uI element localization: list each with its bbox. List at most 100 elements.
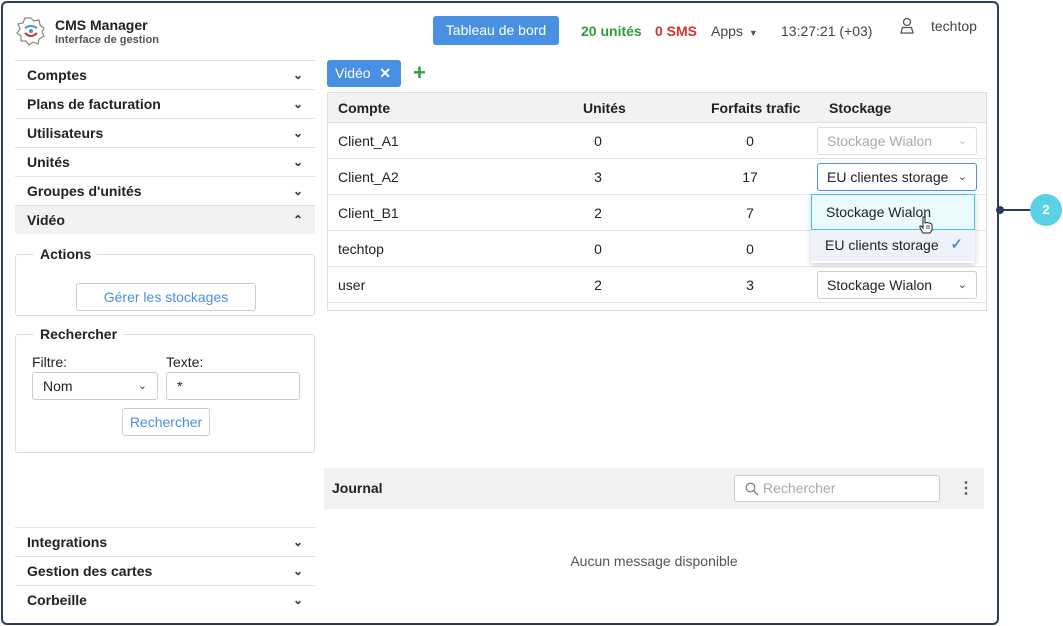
table-row: user 2 3 Stockage Wialon ⌄ bbox=[328, 267, 986, 303]
sidebar-item-label: Unités bbox=[27, 154, 70, 170]
sidebar-item-video[interactable]: Vidéo ⌃ bbox=[15, 205, 315, 234]
storage-select: Stockage Wialon ⌄ bbox=[817, 127, 977, 155]
app-subtitle: Interface de gestion bbox=[55, 34, 159, 46]
chevron-down-icon: ⌄ bbox=[292, 593, 303, 607]
callout-badge: 2 bbox=[1030, 194, 1062, 226]
sidebar-item-label: Gestion des cartes bbox=[27, 563, 153, 579]
storage-select-value: Stockage Wialon bbox=[827, 133, 933, 149]
journal-search-placeholder: Rechercher bbox=[763, 480, 836, 496]
cell-units: 0 bbox=[594, 133, 602, 149]
caret-down-icon: ▼ bbox=[748, 28, 758, 38]
sidebar-item-label: Integrations bbox=[27, 534, 108, 550]
sidebar: Comptes ⌄ Plans de facturation ⌄ Utilisate… bbox=[15, 60, 315, 620]
callout-dot bbox=[996, 206, 1004, 214]
storage-select[interactable]: Stockage Wialon ⌄ bbox=[817, 271, 977, 299]
cell-units: 0 bbox=[594, 241, 602, 257]
cell-units: 3 bbox=[594, 169, 602, 185]
cell-units: 2 bbox=[594, 205, 602, 221]
kebab-menu-icon[interactable]: ⋮ bbox=[958, 468, 974, 509]
text-label: Texte: bbox=[166, 354, 204, 370]
manage-storages-button[interactable]: Gérer les stockages bbox=[76, 283, 256, 311]
cell-traffic: 0 bbox=[746, 133, 754, 149]
sidebar-item-label: Plans de facturation bbox=[27, 96, 161, 112]
storage-select-value: Stockage Wialon bbox=[827, 277, 933, 293]
chevron-down-icon: ⌄ bbox=[137, 380, 147, 392]
chevron-down-icon: ⌄ bbox=[292, 155, 303, 169]
filter-select[interactable]: Nom ⌄ bbox=[32, 372, 158, 400]
actions-panel: Actions Gérer les stockages bbox=[15, 246, 315, 316]
clock: 13:27:21 (+03) bbox=[781, 23, 873, 39]
search-legend: Rechercher bbox=[34, 326, 124, 342]
search-icon bbox=[745, 482, 759, 496]
sidebar-item-comptes[interactable]: Comptes ⌄ bbox=[15, 60, 315, 89]
search-text-input[interactable]: * bbox=[166, 372, 300, 400]
chevron-down-icon: ⌄ bbox=[292, 564, 303, 578]
actions-legend: Actions bbox=[34, 246, 98, 262]
sidebar-item-integrations[interactable]: Integrations ⌄ bbox=[15, 527, 315, 556]
sidebar-item-label: Utilisateurs bbox=[27, 125, 104, 141]
cms-logo-icon bbox=[16, 17, 45, 46]
chevron-down-icon: ⌄ bbox=[292, 97, 303, 111]
chevron-up-icon: ⌃ bbox=[292, 213, 303, 227]
cell-account: Client_A2 bbox=[338, 169, 399, 185]
dropdown-option-eu-storage[interactable]: EU clients storage ✓ bbox=[811, 229, 975, 261]
journal-title: Journal bbox=[332, 480, 383, 496]
dropdown-option-wialon[interactable]: Stockage Wialon bbox=[811, 194, 975, 230]
sidebar-bottom-items: Integrations ⌄ Gestion des cartes ⌄ Corbei… bbox=[15, 527, 315, 614]
chevron-down-icon: ⌄ bbox=[957, 171, 967, 183]
journal-bar: Journal Rechercher ⋮ bbox=[324, 468, 984, 509]
journal-search-input[interactable]: Rechercher bbox=[734, 475, 940, 502]
filter-select-value: Nom bbox=[43, 378, 73, 394]
sidebar-item-trash[interactable]: Corbeille ⌄ bbox=[15, 585, 315, 614]
app-title: CMS Manager bbox=[55, 17, 148, 33]
sidebar-item-map-management[interactable]: Gestion des cartes ⌄ bbox=[15, 556, 315, 585]
apps-menu-label: Apps bbox=[711, 23, 743, 39]
chevron-down-icon: ⌄ bbox=[292, 126, 303, 140]
empty-journal-message: Aucun message disponible bbox=[570, 553, 738, 569]
table-row: Client_A1 0 0 Stockage Wialon ⌄ bbox=[328, 123, 986, 159]
storage-dropdown: EU clients storage ✓ Stockage Wialon bbox=[811, 193, 975, 263]
dropdown-option-label: EU clients storage bbox=[825, 237, 939, 253]
sidebar-item-label: Corbeille bbox=[27, 592, 87, 608]
storage-select-value: EU clientes storage bbox=[827, 169, 949, 185]
table-header: Compte Unités Forfaits trafic Stockage bbox=[328, 93, 986, 123]
cell-traffic: 0 bbox=[746, 241, 754, 257]
sidebar-item-users[interactable]: Utilisateurs ⌄ bbox=[15, 118, 315, 147]
search-button[interactable]: Rechercher bbox=[122, 408, 210, 436]
cell-traffic: 3 bbox=[746, 277, 754, 293]
sidebar-item-billing-plans[interactable]: Plans de facturation ⌄ bbox=[15, 89, 315, 118]
tab-video[interactable]: Vidéo ✕ bbox=[327, 60, 401, 87]
chevron-down-icon: ⌄ bbox=[292, 535, 303, 549]
units-status[interactable]: 20 unités bbox=[581, 23, 642, 39]
cell-account: techtop bbox=[338, 241, 384, 257]
sidebar-item-unit-groups[interactable]: Groupes d'unités ⌄ bbox=[15, 176, 315, 205]
add-tab-icon[interactable]: + bbox=[413, 61, 426, 85]
search-panel: Rechercher Filtre: Texte: Nom ⌄ * Recherc… bbox=[15, 326, 315, 453]
column-header-account: Compte bbox=[338, 100, 391, 116]
app-header: CMS Manager Interface de gestion Tableau… bbox=[3, 3, 997, 59]
cell-traffic: 17 bbox=[742, 169, 758, 185]
close-icon[interactable]: ✕ bbox=[379, 60, 391, 87]
user-icon[interactable] bbox=[899, 17, 915, 35]
cell-account: Client_B1 bbox=[338, 205, 399, 221]
sidebar-item-label: Vidéo bbox=[27, 212, 65, 228]
filter-label: Filtre: bbox=[32, 354, 67, 370]
cell-units: 2 bbox=[594, 277, 602, 293]
cell-traffic: 7 bbox=[746, 205, 754, 221]
column-header-storage: Stockage bbox=[829, 100, 892, 116]
dashboard-button[interactable]: Tableau de bord bbox=[433, 16, 559, 45]
sms-status[interactable]: 0 SMS bbox=[655, 23, 697, 39]
storage-select[interactable]: EU clientes storage ⌄ bbox=[817, 163, 977, 191]
apps-menu[interactable]: Apps ▼ bbox=[711, 23, 758, 39]
sidebar-item-units[interactable]: Unités ⌄ bbox=[15, 147, 315, 176]
sidebar-item-label: Groupes d'unités bbox=[27, 183, 142, 199]
app-window: CMS Manager Interface de gestion Tableau… bbox=[1, 1, 999, 625]
hand-cursor-icon bbox=[919, 216, 933, 234]
username[interactable]: techtop bbox=[931, 18, 977, 34]
table-row: Client_A2 3 17 EU clientes storage ⌄ bbox=[328, 159, 986, 195]
chevron-down-icon: ⌄ bbox=[292, 68, 303, 82]
checkmark-icon: ✓ bbox=[950, 236, 963, 253]
cell-account: Client_A1 bbox=[338, 133, 399, 149]
chevron-down-icon: ⌄ bbox=[292, 184, 303, 198]
sidebar-item-label: Comptes bbox=[27, 67, 87, 83]
